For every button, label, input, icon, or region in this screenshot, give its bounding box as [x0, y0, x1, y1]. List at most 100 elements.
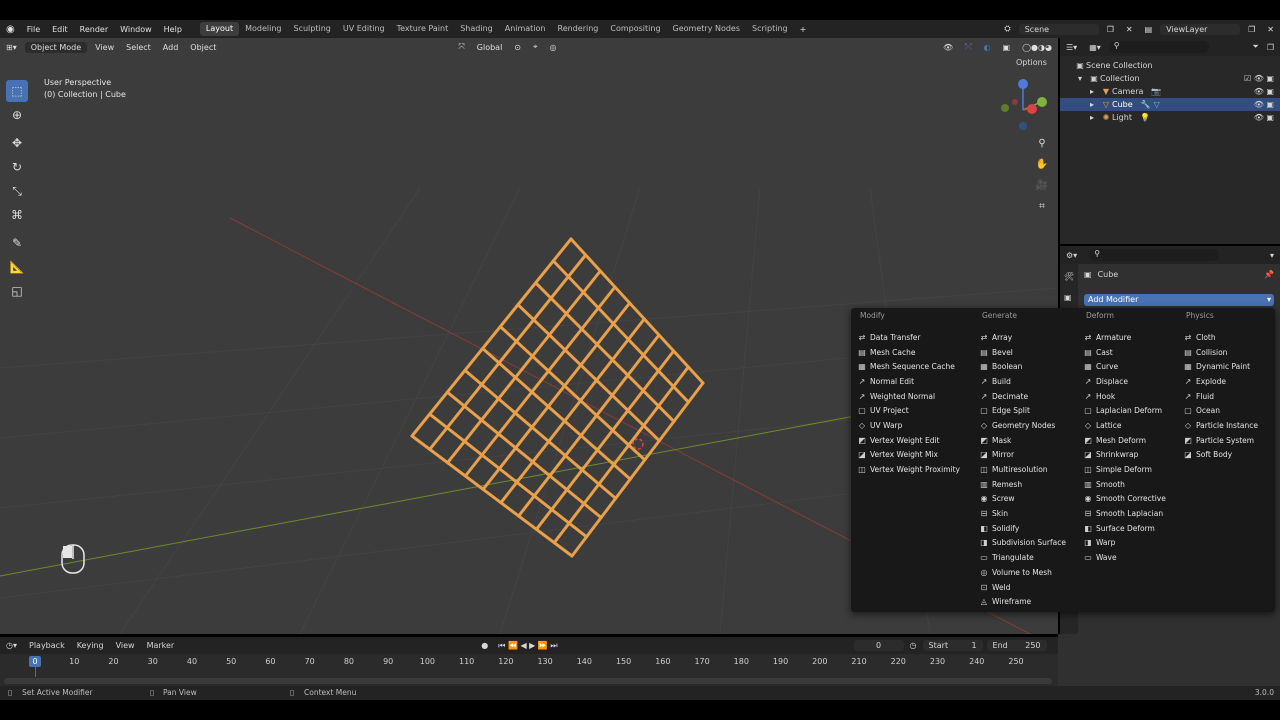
frame-ruler[interactable]: 0 10 20 30 40 50 60 70 80 90 100 110 120 130 140 150 160…: [0, 656, 1058, 677]
outliner-item-camera[interactable]: ▸ ▼ Camera 📷 👁 ▣: [1060, 85, 1280, 98]
overlay-toggle-icon[interactable]: ◐: [978, 43, 997, 52]
pivot-icon[interactable]: ⊙: [508, 43, 527, 52]
shading-modes-icon[interactable]: ◯●◑◕: [1016, 43, 1058, 52]
add-workspace-icon[interactable]: +: [794, 25, 813, 34]
modifier-item-smooth-laplacian[interactable]: ⊟ Smooth Laplacian: [1081, 506, 1166, 521]
timeline-scrollbar[interactable]: [4, 678, 1052, 684]
add-cube-tool-icon[interactable]: ◱: [6, 280, 28, 302]
editor-type-icon[interactable]: ⊞▾: [0, 43, 23, 52]
properties-search-input[interactable]: ⚲: [1089, 249, 1220, 261]
view-menu[interactable]: View: [89, 43, 120, 52]
modifier-item-vertex-weight-mix[interactable]: ◪ Vertex Weight Mix: [855, 448, 960, 463]
gizmo-toggle-icon[interactable]: ⤲: [959, 42, 977, 52]
modifier-item-multiresolution[interactable]: ◫ Multiresolution: [977, 462, 1066, 477]
modifier-item-normal-edit[interactable]: ↗ Normal Edit: [855, 374, 960, 389]
modifier-item-laplacian-deform[interactable]: ▢ Laplacian Deform: [1081, 403, 1166, 418]
xray-icon[interactable]: ▣: [997, 43, 1017, 52]
view-layer-selector[interactable]: ViewLayer: [1160, 23, 1241, 35]
modifier-item-mesh-sequence-cache[interactable]: ▦ Mesh Sequence Cache: [855, 359, 960, 374]
annotate-tool-icon[interactable]: ✎: [6, 232, 28, 254]
modifier-item-vertex-weight-edit[interactable]: ◩ Vertex Weight Edit: [855, 433, 960, 448]
modifier-item-smooth-corrective[interactable]: ◉ Smooth Corrective: [1081, 492, 1166, 507]
tool-tab-icon[interactable]: 🛠: [1060, 264, 1078, 289]
blender-logo-icon[interactable]: ◉: [0, 24, 21, 35]
workspace-tab[interactable]: Scripting: [746, 22, 794, 36]
properties-options-icon[interactable]: ▾: [1270, 251, 1274, 260]
workspace-tab[interactable]: Modeling: [239, 22, 287, 36]
perspective-toggle-icon[interactable]: ⌗: [1033, 197, 1051, 215]
modifier-item-simple-deform[interactable]: ◫ Simple Deform: [1081, 462, 1166, 477]
workspace-tab[interactable]: UV Editing: [337, 22, 391, 36]
current-frame-field[interactable]: 0: [853, 640, 904, 651]
pan-hand-icon[interactable]: ✋: [1033, 155, 1051, 173]
measure-tool-icon[interactable]: 📐: [6, 256, 28, 278]
modifier-item-collision[interactable]: ▤ Collision: [1181, 345, 1258, 360]
modifier-item-mirror[interactable]: ◪ Mirror: [977, 448, 1066, 463]
modifier-item-build[interactable]: ↗ Build: [977, 374, 1066, 389]
modifier-item-weld[interactable]: ⊡ Weld: [977, 580, 1066, 595]
modifier-item-wave[interactable]: ▭ Wave: [1081, 550, 1166, 565]
collection-visibility-icons[interactable]: ☑ 👁 ▣: [1244, 74, 1274, 83]
modifier-item-wireframe[interactable]: ◬ Wireframe: [977, 594, 1066, 609]
properties-editor-icon[interactable]: ⚙▾: [1066, 251, 1077, 260]
modifier-item-triangulate[interactable]: ▭ Triangulate: [977, 550, 1066, 565]
camera-data-icon[interactable]: 📷: [1151, 87, 1161, 96]
modifier-item-warp[interactable]: ◨ Warp: [1081, 536, 1166, 551]
transform-tool-icon[interactable]: ⌘: [6, 204, 28, 226]
expand-arrow-icon[interactable]: ▸: [1090, 100, 1100, 109]
timeline-area[interactable]: 0 10 20 30 40 50 60 70 80 90 100 110 120 130 140 150 160…: [0, 654, 1058, 686]
modifier-item-decimate[interactable]: ↗ Decimate: [977, 389, 1066, 404]
modifier-item-dynamic-paint[interactable]: ▦ Dynamic Paint: [1181, 359, 1258, 374]
modifier-item-vertex-weight-proximity[interactable]: ◫ Vertex Weight Proximity: [855, 462, 960, 477]
expand-arrow-icon[interactable]: ▸: [1090, 113, 1100, 122]
view-layer-icon[interactable]: ▤: [1139, 25, 1159, 34]
scene-selector[interactable]: Scene: [1018, 23, 1099, 35]
modifier-item-boolean[interactable]: ▦ Boolean: [977, 359, 1066, 374]
collection-row[interactable]: ▾ ▣ Collection ☑ 👁 ▣: [1060, 72, 1280, 85]
modifier-item-data-transfer[interactable]: ⇄ Data Transfer: [855, 330, 960, 345]
move-tool-icon[interactable]: ✥: [6, 132, 28, 154]
clock-icon[interactable]: ◷: [906, 641, 921, 650]
menu-file[interactable]: File: [21, 25, 46, 34]
visibility-icon[interactable]: 👁: [937, 43, 959, 52]
modifier-item-mesh-cache[interactable]: ▤ Mesh Cache: [855, 345, 960, 360]
expand-arrow-icon[interactable]: ▾: [1078, 74, 1088, 83]
modifier-item-subdivision-surface[interactable]: ◨ Subdivision Surface: [977, 536, 1066, 551]
modifier-item-geometry-nodes[interactable]: ◇ Geometry Nodes: [977, 418, 1066, 433]
playback-controls-icon[interactable]: ⏮ ⏪ ◀ ▶ ⏩ ⏭: [494, 641, 561, 651]
modifier-item-solidify[interactable]: ◧ Solidify: [977, 521, 1066, 536]
modifier-item-cloth[interactable]: ⇄ Cloth: [1181, 330, 1258, 345]
end-frame-field[interactable]: End 250: [986, 640, 1047, 651]
menu-render[interactable]: Render: [74, 25, 114, 34]
snap-icon[interactable]: ⌖: [527, 42, 544, 52]
camera-visibility-icons[interactable]: 👁 ▣: [1254, 87, 1274, 96]
render-tab-icon[interactable]: ▣: [1060, 289, 1078, 306]
mesh-data-icon[interactable]: ▽: [1154, 100, 1160, 109]
modifier-item-ocean[interactable]: ▢ Ocean: [1181, 403, 1258, 418]
modifier-item-uv-project[interactable]: ▢ UV Project: [855, 403, 960, 418]
workspace-tab[interactable]: Shading: [454, 22, 499, 36]
orientation-icon[interactable]: ⤧: [452, 42, 470, 52]
modifier-item-displace[interactable]: ↗ Displace: [1081, 374, 1166, 389]
playback-menu[interactable]: Playback: [23, 641, 71, 650]
workspace-tab[interactable]: Layout: [199, 22, 240, 36]
delete-view-layer-icon[interactable]: ✕: [1261, 25, 1280, 34]
modifier-item-hook[interactable]: ↗ Hook: [1081, 389, 1166, 404]
scale-tool-icon[interactable]: ⤡: [6, 180, 28, 202]
cube-visibility-icons[interactable]: 👁 ▣: [1254, 100, 1274, 109]
workspace-tab[interactable]: Texture Paint: [391, 22, 455, 36]
modifier-item-particle-instance[interactable]: ◇ Particle Instance: [1181, 418, 1258, 433]
select-box-tool-icon[interactable]: ⬚: [6, 80, 28, 102]
marker-menu[interactable]: Marker: [141, 641, 181, 650]
new-scene-icon[interactable]: ❐: [1101, 25, 1120, 34]
keying-menu[interactable]: Keying: [71, 641, 110, 650]
timeline-view-menu[interactable]: View: [110, 641, 141, 650]
outliner-item-cube[interactable]: ▸ ▽ Cube 🔧 ▽ 👁 ▣: [1060, 98, 1280, 111]
select-menu[interactable]: Select: [120, 43, 157, 52]
modifier-item-volume-to-mesh[interactable]: ◎ Volume to Mesh: [977, 565, 1066, 580]
playhead[interactable]: 0: [29, 656, 41, 667]
outliner-search-input[interactable]: ⚲: [1108, 41, 1209, 53]
mode-selector[interactable]: Object Mode: [24, 41, 88, 53]
workspace-tab[interactable]: Rendering: [552, 22, 605, 36]
pin-icon[interactable]: 📌: [1264, 270, 1274, 279]
